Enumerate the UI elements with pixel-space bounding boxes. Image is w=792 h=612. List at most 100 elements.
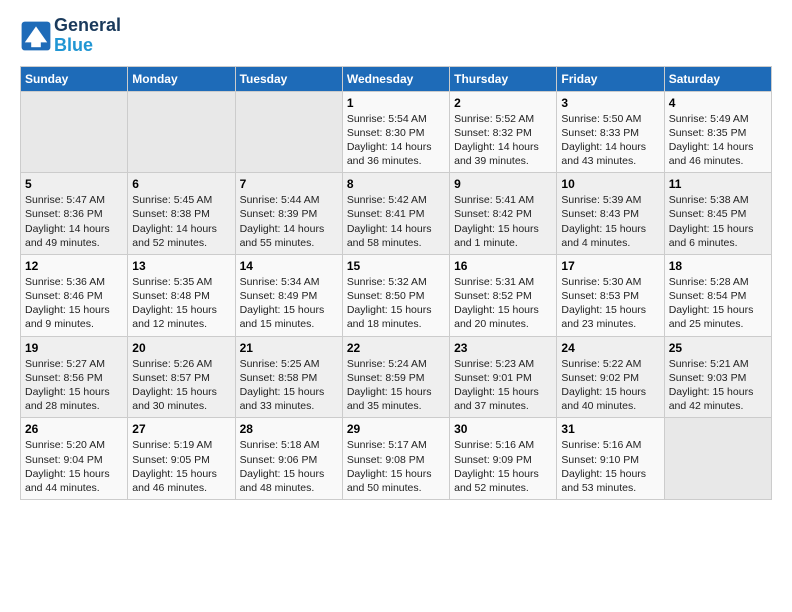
- day-header-saturday: Saturday: [664, 66, 771, 91]
- day-number: 3: [561, 96, 659, 110]
- day-number: 5: [25, 177, 123, 191]
- day-number: 30: [454, 422, 552, 436]
- calendar-cell: 30 Sunrise: 5:16 AMSunset: 9:09 PMDayligh…: [450, 418, 557, 500]
- calendar-cell: 2Sunrise: 5:52 AMSunset: 8:32 PMDaylight…: [450, 91, 557, 173]
- day-number: 17: [561, 259, 659, 273]
- day-info: Sunrise: 5:54 AMSunset: 8:30 PMDaylight:…: [347, 112, 445, 169]
- day-header-wednesday: Wednesday: [342, 66, 449, 91]
- calendar-cell: [21, 91, 128, 173]
- day-number: 23: [454, 341, 552, 355]
- calendar-cell: 8Sunrise: 5:42 AMSunset: 8:41 PMDaylight…: [342, 173, 449, 255]
- day-number: 16: [454, 259, 552, 273]
- calendar-cell: 21 Sunrise: 5:25 AMSunset: 8:58 PMDayligh…: [235, 336, 342, 418]
- calendar-cell: 1 Sunrise: 5:54 AMSunset: 8:30 PMDaylight…: [342, 91, 449, 173]
- day-number: 7: [240, 177, 338, 191]
- day-info: Sunrise: 5:31 AMSunset: 8:52 PMDaylight:…: [454, 275, 552, 332]
- day-info: Sunrise: 5:22 AMSunset: 9:02 PMDaylight:…: [561, 357, 659, 414]
- day-info: Sunrise: 5:26 AMSunset: 8:57 PMDaylight:…: [132, 357, 230, 414]
- calendar-cell: 16 Sunrise: 5:31 AMSunset: 8:52 PMDayligh…: [450, 254, 557, 336]
- calendar-cell: 11 Sunrise: 5:38 AMSunset: 8:45 PMDayligh…: [664, 173, 771, 255]
- calendar-week-2: 5Sunrise: 5:47 AMSunset: 8:36 PMDaylight…: [21, 173, 772, 255]
- calendar-cell: 26 Sunrise: 5:20 AMSunset: 9:04 PMDayligh…: [21, 418, 128, 500]
- day-number: 6: [132, 177, 230, 191]
- calendar-cell: 6 Sunrise: 5:45 AMSunset: 8:38 PMDaylight…: [128, 173, 235, 255]
- day-number: 21: [240, 341, 338, 355]
- day-number: 4: [669, 96, 767, 110]
- day-info: Sunrise: 5:20 AMSunset: 9:04 PMDaylight:…: [25, 438, 123, 495]
- day-info: Sunrise: 5:36 AMSunset: 8:46 PMDaylight:…: [25, 275, 123, 332]
- calendar-cell: 9 Sunrise: 5:41 AMSunset: 8:42 PMDaylight…: [450, 173, 557, 255]
- day-number: 29: [347, 422, 445, 436]
- days-header-row: SundayMondayTuesdayWednesdayThursdayFrid…: [21, 66, 772, 91]
- day-number: 28: [240, 422, 338, 436]
- day-info: Sunrise: 5:21 AMSunset: 9:03 PMDaylight:…: [669, 357, 767, 414]
- day-number: 12: [25, 259, 123, 273]
- calendar-cell: [664, 418, 771, 500]
- calendar-cell: 24 Sunrise: 5:22 AMSunset: 9:02 PMDayligh…: [557, 336, 664, 418]
- calendar-cell: 18Sunrise: 5:28 AMSunset: 8:54 PMDayligh…: [664, 254, 771, 336]
- day-info: Sunrise: 5:16 AMSunset: 9:09 PMDaylight:…: [454, 438, 552, 495]
- day-number: 22: [347, 341, 445, 355]
- day-number: 26: [25, 422, 123, 436]
- day-number: 14: [240, 259, 338, 273]
- calendar-cell: 10 Sunrise: 5:39 AMSunset: 8:43 PMDayligh…: [557, 173, 664, 255]
- calendar-cell: 31 Sunrise: 5:16 AMSunset: 9:10 PMDayligh…: [557, 418, 664, 500]
- calendar-cell: 5Sunrise: 5:47 AMSunset: 8:36 PMDaylight…: [21, 173, 128, 255]
- calendar-cell: 7 Sunrise: 5:44 AMSunset: 8:39 PMDaylight…: [235, 173, 342, 255]
- calendar-cell: 28 Sunrise: 5:18 AMSunset: 9:06 PMDayligh…: [235, 418, 342, 500]
- logo-icon: [20, 20, 52, 52]
- calendar-cell: 15 Sunrise: 5:32 AMSunset: 8:50 PMDayligh…: [342, 254, 449, 336]
- day-info: Sunrise: 5:17 AMSunset: 9:08 PMDaylight:…: [347, 438, 445, 495]
- day-number: 24: [561, 341, 659, 355]
- day-info: Sunrise: 5:23 AMSunset: 9:01 PMDaylight:…: [454, 357, 552, 414]
- day-number: 13: [132, 259, 230, 273]
- day-info: Sunrise: 5:32 AMSunset: 8:50 PMDaylight:…: [347, 275, 445, 332]
- day-number: 11: [669, 177, 767, 191]
- day-info: Sunrise: 5:34 AMSunset: 8:49 PMDaylight:…: [240, 275, 338, 332]
- calendar-cell: [128, 91, 235, 173]
- day-info: Sunrise: 5:39 AMSunset: 8:43 PMDaylight:…: [561, 193, 659, 250]
- day-number: 27: [132, 422, 230, 436]
- calendar-week-4: 19Sunrise: 5:27 AMSunset: 8:56 PMDayligh…: [21, 336, 772, 418]
- day-info: Sunrise: 5:49 AMSunset: 8:35 PMDaylight:…: [669, 112, 767, 169]
- calendar-cell: 27 Sunrise: 5:19 AMSunset: 9:05 PMDayligh…: [128, 418, 235, 500]
- calendar-cell: 17 Sunrise: 5:30 AMSunset: 8:53 PMDayligh…: [557, 254, 664, 336]
- day-info: Sunrise: 5:44 AMSunset: 8:39 PMDaylight:…: [240, 193, 338, 250]
- day-info: Sunrise: 5:45 AMSunset: 8:38 PMDaylight:…: [132, 193, 230, 250]
- day-number: 10: [561, 177, 659, 191]
- day-number: 9: [454, 177, 552, 191]
- day-info: Sunrise: 5:16 AMSunset: 9:10 PMDaylight:…: [561, 438, 659, 495]
- calendar-cell: 3Sunrise: 5:50 AMSunset: 8:33 PMDaylight…: [557, 91, 664, 173]
- day-info: Sunrise: 5:27 AMSunset: 8:56 PMDaylight:…: [25, 357, 123, 414]
- day-info: Sunrise: 5:24 AMSunset: 8:59 PMDaylight:…: [347, 357, 445, 414]
- day-number: 31: [561, 422, 659, 436]
- day-info: Sunrise: 5:18 AMSunset: 9:06 PMDaylight:…: [240, 438, 338, 495]
- calendar-week-5: 26 Sunrise: 5:20 AMSunset: 9:04 PMDayligh…: [21, 418, 772, 500]
- calendar-cell: 20Sunrise: 5:26 AMSunset: 8:57 PMDayligh…: [128, 336, 235, 418]
- day-number: 1: [347, 96, 445, 110]
- logo: General Blue: [20, 16, 121, 56]
- calendar-cell: 13 Sunrise: 5:35 AMSunset: 8:48 PMDayligh…: [128, 254, 235, 336]
- day-header-sunday: Sunday: [21, 66, 128, 91]
- day-number: 15: [347, 259, 445, 273]
- day-info: Sunrise: 5:28 AMSunset: 8:54 PMDaylight:…: [669, 275, 767, 332]
- day-info: Sunrise: 5:19 AMSunset: 9:05 PMDaylight:…: [132, 438, 230, 495]
- day-header-tuesday: Tuesday: [235, 66, 342, 91]
- calendar-cell: 22 Sunrise: 5:24 AMSunset: 8:59 PMDayligh…: [342, 336, 449, 418]
- day-info: Sunrise: 5:42 AMSunset: 8:41 PMDaylight:…: [347, 193, 445, 250]
- calendar-cell: 4 Sunrise: 5:49 AMSunset: 8:35 PMDaylight…: [664, 91, 771, 173]
- day-info: Sunrise: 5:41 AMSunset: 8:42 PMDaylight:…: [454, 193, 552, 250]
- day-info: Sunrise: 5:25 AMSunset: 8:58 PMDaylight:…: [240, 357, 338, 414]
- calendar-cell: 25 Sunrise: 5:21 AMSunset: 9:03 PMDayligh…: [664, 336, 771, 418]
- calendar-body: 1 Sunrise: 5:54 AMSunset: 8:30 PMDaylight…: [21, 91, 772, 499]
- day-info: Sunrise: 5:38 AMSunset: 8:45 PMDaylight:…: [669, 193, 767, 250]
- day-info: Sunrise: 5:30 AMSunset: 8:53 PMDaylight:…: [561, 275, 659, 332]
- calendar-table: SundayMondayTuesdayWednesdayThursdayFrid…: [20, 66, 772, 500]
- page-header: General Blue: [20, 16, 772, 56]
- day-number: 25: [669, 341, 767, 355]
- day-header-monday: Monday: [128, 66, 235, 91]
- day-header-friday: Friday: [557, 66, 664, 91]
- calendar-cell: 29 Sunrise: 5:17 AMSunset: 9:08 PMDayligh…: [342, 418, 449, 500]
- logo-text: General Blue: [54, 16, 121, 56]
- day-info: Sunrise: 5:35 AMSunset: 8:48 PMDaylight:…: [132, 275, 230, 332]
